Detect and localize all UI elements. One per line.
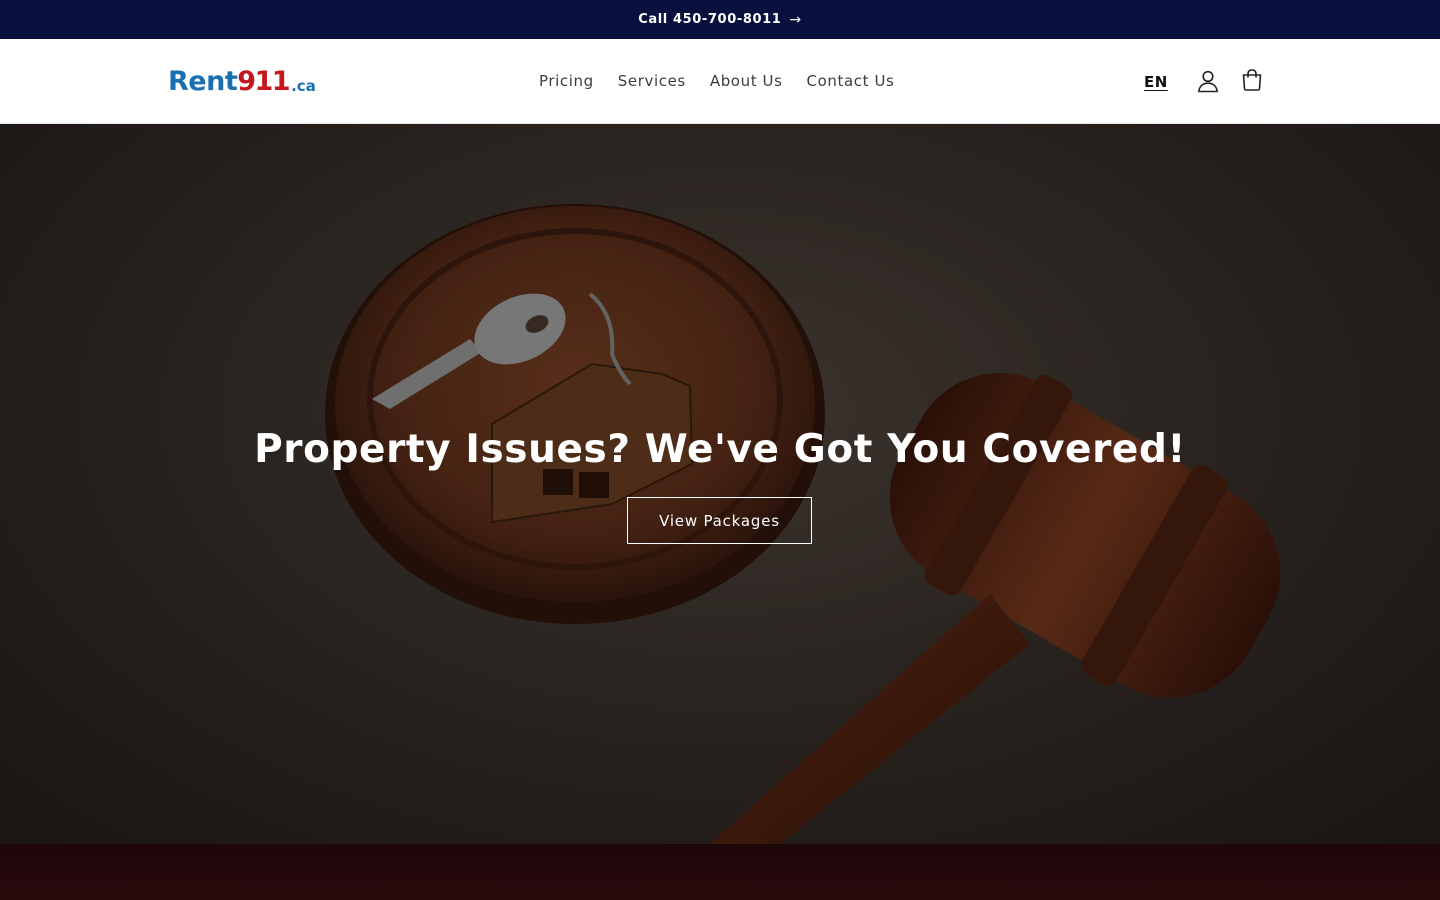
site-header: Rent 911 .ca Pricing Services About Us C… (0, 39, 1440, 124)
next-section-band (0, 844, 1440, 900)
call-link-text: Call 450-700-8011 (638, 12, 782, 27)
nav-item-pricing[interactable]: Pricing (527, 69, 606, 93)
logo-text-ca: .ca (291, 77, 316, 95)
main-nav: Pricing Services About Us Contact Us (527, 69, 906, 93)
arrow-right-icon: → (789, 11, 802, 28)
nav-item-services[interactable]: Services (606, 69, 698, 93)
announcement-bar: Call 450-700-8011 → (0, 0, 1440, 39)
nav-item-contact-us[interactable]: Contact Us (795, 69, 907, 93)
nav-item-about-us[interactable]: About Us (698, 69, 795, 93)
hero-title: Property Issues? We've Got You Covered! (254, 427, 1186, 472)
logo-text-911: 911 (237, 66, 290, 97)
hero-banner: Property Issues? We've Got You Covered! … (0, 124, 1440, 844)
hero-overlay (0, 124, 1440, 844)
account-icon[interactable] (1195, 68, 1221, 94)
language-selector[interactable]: EN (1144, 73, 1168, 91)
cart-icon[interactable] (1239, 67, 1265, 93)
call-link[interactable]: Call 450-700-8011 → (638, 12, 802, 28)
view-packages-button[interactable]: View Packages (627, 497, 812, 544)
site-logo[interactable]: Rent 911 .ca (168, 63, 316, 99)
logo-text-rent: Rent (168, 66, 238, 97)
